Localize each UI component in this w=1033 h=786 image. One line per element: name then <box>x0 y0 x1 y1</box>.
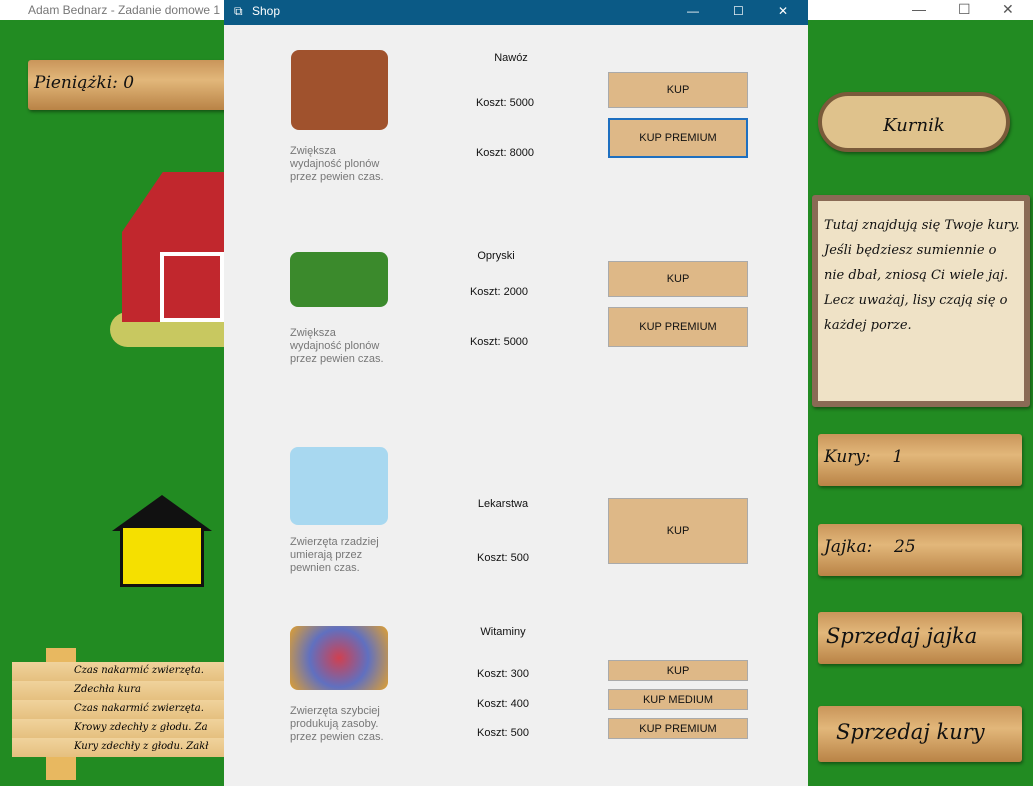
hens-label: Kury: <box>824 447 871 467</box>
log-entry: Krowy zdechły z głodu. Za <box>12 719 224 738</box>
barn-icon <box>110 172 224 352</box>
kurnik-description: Tutaj znajdują się Twoje kury. Jeśli będ… <box>812 195 1030 407</box>
hens-counter: Kury: 1 <box>818 434 1022 486</box>
hens-value: 1 <box>892 447 904 467</box>
item-name: Lekarstwa <box>477 498 529 510</box>
item-price: Koszt: 500 <box>477 727 529 739</box>
buy-medium-button[interactable]: KUP MEDIUM <box>608 689 748 710</box>
buy-premium-button[interactable]: KUP PREMIUM <box>608 718 748 739</box>
item-description: Zwiększa wydajność plonów przez pewien c… <box>290 145 384 183</box>
shop-titlebar: ⧉ Shop — ☐ ✕ <box>224 0 808 25</box>
vitamins-pills-icon <box>290 626 388 690</box>
close-button[interactable]: ✕ <box>1002 1 1014 18</box>
shop-title: Shop <box>252 4 281 18</box>
item-price: Koszt: 8000 <box>475 147 535 159</box>
log-entry: Czas nakarmić zwierzęta. <box>12 662 224 681</box>
buy-button[interactable]: KUP <box>608 498 748 564</box>
sell-eggs-button[interactable]: Sprzedaj jajka <box>818 612 1022 664</box>
sprayer-tractor-icon <box>290 252 388 307</box>
item-description: Zwierzęta szybciej produkują zasoby. prz… <box>290 705 384 743</box>
maximize-button[interactable]: ☐ <box>958 1 971 18</box>
fertilizer-bag-icon <box>291 50 388 130</box>
buy-premium-button[interactable]: KUP PREMIUM <box>608 307 748 347</box>
money-display: Pieniążki: 0 <box>28 60 228 110</box>
medicine-bottles-icon <box>290 447 388 525</box>
item-description: Zwiększa wydajność plonów przez pewien c… <box>290 327 384 365</box>
log-entry: Zdechła kura <box>12 681 224 700</box>
shop-close-button[interactable]: ✕ <box>778 4 788 18</box>
eggs-value: 25 <box>894 537 916 557</box>
item-price: Koszt: 5000 <box>469 336 529 348</box>
item-price: Koszt: 400 <box>477 698 529 710</box>
buy-premium-button[interactable]: KUP PREMIUM <box>608 118 748 158</box>
item-description: Zwierzęta rzadziej umierają przez pewnie… <box>290 536 379 574</box>
minimize-button[interactable]: — <box>912 1 926 17</box>
buy-button[interactable]: KUP <box>608 261 748 297</box>
item-price: Koszt: 2000 <box>469 286 529 298</box>
buy-button[interactable]: KUP <box>608 660 748 681</box>
kurnik-sign: Kurnik <box>818 92 1010 152</box>
item-price: Koszt: 5000 <box>475 97 535 109</box>
log-entry: Kury zdechły z głodu. Zakł <box>12 738 224 757</box>
item-price: Koszt: 300 <box>477 668 529 680</box>
eggs-counter: Jajka: 25 <box>818 524 1022 576</box>
shop-window: ⧉ Shop — ☐ ✕ Zwiększa wydajność plonów p… <box>224 0 808 786</box>
shop-maximize-button[interactable]: ☐ <box>733 4 744 18</box>
item-price: Koszt: 500 <box>477 552 529 564</box>
item-name: Opryski <box>477 250 515 262</box>
buy-button[interactable]: KUP <box>608 72 748 108</box>
eggs-label: Jajka: <box>824 537 873 557</box>
item-name: Nawóz <box>494 52 528 64</box>
main-window-title: Adam Bednarz - Zadanie domowe 1 <box>28 3 221 17</box>
shop-minimize-button[interactable]: — <box>687 4 699 18</box>
beehive-icon <box>112 495 212 598</box>
item-name: Witaminy <box>480 626 526 638</box>
window-icon: ⧉ <box>234 4 243 18</box>
log-entry: Czas nakarmić zwierzęta. <box>12 700 224 719</box>
sell-hens-button[interactable]: Sprzedaj kury <box>818 706 1022 762</box>
